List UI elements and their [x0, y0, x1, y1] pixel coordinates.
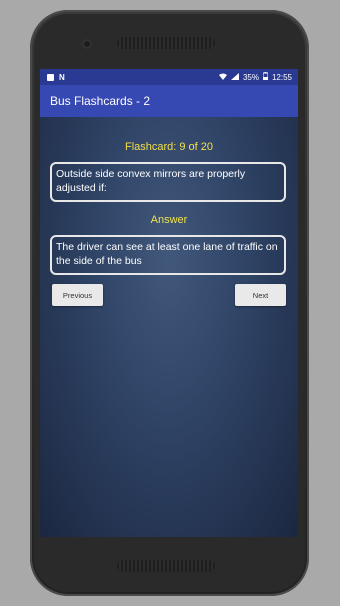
camera-icon: [82, 39, 92, 49]
previous-button[interactable]: Previous: [52, 284, 103, 306]
question-box: Outside side convex mirrors are properly…: [50, 162, 286, 202]
answer-text: The driver can see at least one lane of …: [56, 241, 278, 267]
app-title: Bus Flashcards - 2: [50, 94, 151, 108]
status-bar: N 35% 12:55: [40, 69, 298, 85]
image-icon: [47, 73, 54, 81]
speaker-grille-bottom: [117, 560, 215, 572]
answer-box: The driver can see at least one lane of …: [50, 235, 286, 275]
answer-label: Answer: [150, 214, 188, 226]
flashcard-counter: Flashcard: 9 of 20: [124, 141, 214, 153]
phone-frame: N 35% 12:55 Bus Flashcards - 2 Flashcard…: [30, 10, 309, 596]
n-icon: N: [59, 72, 65, 82]
battery-icon: [262, 72, 269, 82]
app-bar: Bus Flashcards - 2: [40, 85, 298, 117]
signal-icon: [230, 72, 239, 82]
clock: 12:55: [271, 72, 292, 82]
next-button[interactable]: Next: [235, 284, 286, 306]
question-text: Outside side convex mirrors are properly…: [56, 168, 246, 194]
speaker-grille-top: [117, 37, 215, 49]
battery-percent: 35%: [242, 72, 259, 82]
wifi-icon: [218, 73, 227, 82]
app-screen: N 35% 12:55 Bus Flashcards - 2 Flashcard…: [40, 69, 298, 537]
